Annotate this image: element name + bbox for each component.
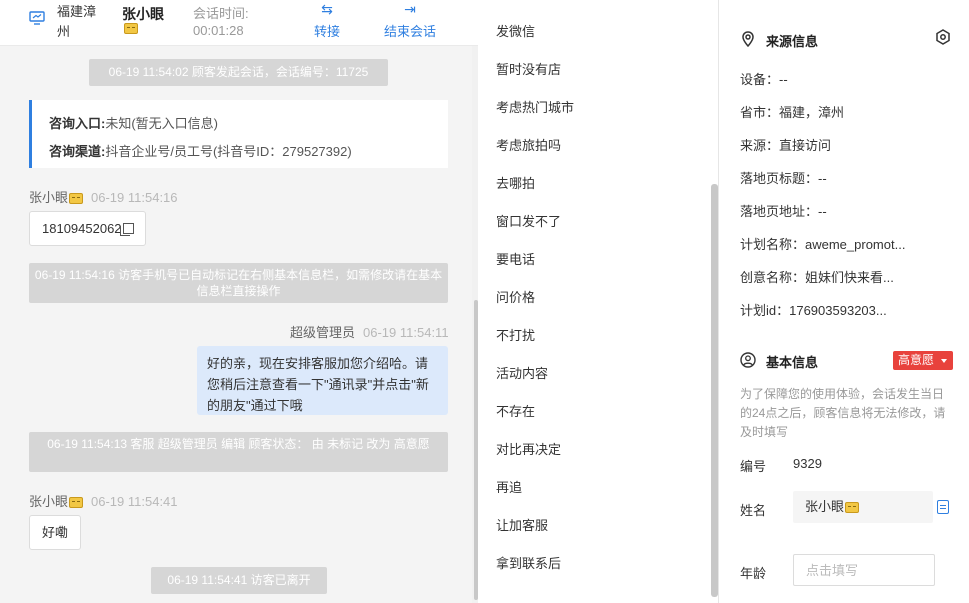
exit-icon: ⇥ bbox=[404, 1, 416, 17]
quick-reply-panel: 发微信 暂时没有店 考虑热门城市 考虑旅拍吗 去哪拍 窗口发不了 要电话 问价格… bbox=[479, 0, 719, 603]
message-time: 06-19 11:54:41 bbox=[91, 494, 178, 509]
intent-level-dropdown[interactable]: 高意愿 bbox=[893, 351, 953, 370]
message-time: 06-19 11:54:11 bbox=[363, 325, 449, 340]
system-message: 06-19 11:54:13 客服 超级管理员 编辑 顾客状态： 由 未标记 改… bbox=[29, 432, 448, 472]
vip-badge-icon bbox=[69, 497, 84, 509]
end-session-button[interactable]: ⇥ 结束会话 bbox=[380, 0, 440, 40]
session-time-label: 会话时间: bbox=[193, 6, 249, 21]
user-circle-icon bbox=[740, 352, 756, 368]
consult-channel-label: 咨询渠道: bbox=[49, 144, 106, 159]
settings-icon[interactable] bbox=[935, 29, 951, 45]
quick-reply-item[interactable]: 考虑热门城市 bbox=[496, 97, 574, 116]
consult-info-card: 咨询入口:未知(暂无入口信息) 咨询渠道:抖音企业号/员工号(抖音号ID：279… bbox=[29, 100, 448, 168]
message-time: 06-19 11:54:16 bbox=[91, 190, 178, 205]
system-message: 06-19 11:54:16 访客手机号已自动标记在右侧基本信息栏，如需修改请在… bbox=[29, 263, 448, 303]
customer-id-label: 编号 bbox=[740, 459, 767, 474]
copy-icon[interactable] bbox=[119, 223, 134, 236]
quick-reply-item[interactable]: 要电话 bbox=[496, 249, 535, 268]
consult-entry-value: 未知(暂无入口信息) bbox=[105, 116, 219, 131]
consult-entry-label: 咨询入口: bbox=[49, 116, 106, 131]
chat-scrollbar-thumb[interactable] bbox=[474, 300, 478, 600]
transfer-label: 转接 bbox=[313, 24, 340, 39]
vip-badge-icon bbox=[124, 23, 138, 34]
edit-icon[interactable] bbox=[937, 500, 949, 514]
session-time-value: 00:01:28 bbox=[193, 23, 244, 38]
age-input[interactable] bbox=[793, 554, 935, 586]
name-value: 张小眼 bbox=[805, 499, 845, 514]
source-province-city: 省市：福建，漳州 bbox=[740, 105, 845, 120]
source-info-title: 来源信息 bbox=[766, 34, 819, 49]
quick-reply-item[interactable]: 对比再决定 bbox=[496, 439, 561, 458]
quick-reply-item[interactable]: 让加客服 bbox=[496, 515, 548, 534]
edit-notice: 为了保障您的使用体验，会话发生当日的24点之后，顾客信息将无法修改，请及时填写 bbox=[740, 387, 946, 439]
quick-reply-item[interactable]: 活动内容 bbox=[496, 363, 548, 382]
plan-name: 计划名称：aweme_promot... bbox=[740, 237, 906, 252]
landing-page-url: 落地页地址：-- bbox=[740, 204, 827, 219]
name-field[interactable]: 张小眼 bbox=[793, 491, 933, 523]
quick-reply-item[interactable]: 拿到联系后 bbox=[496, 553, 561, 572]
quick-reply-item[interactable]: 发微信 bbox=[496, 21, 535, 40]
transfer-button[interactable]: ⇆ 转接 bbox=[308, 0, 346, 40]
quick-reply-item[interactable]: 去哪拍 bbox=[496, 173, 535, 192]
end-session-label: 结束会话 bbox=[383, 24, 436, 39]
plan-id: 计划id：176903593203... bbox=[740, 303, 887, 318]
vip-badge-icon bbox=[845, 502, 860, 514]
sender-name: 张小眼 bbox=[29, 494, 69, 509]
customer-id-value: 9329 bbox=[793, 456, 822, 471]
basic-info-title: 基本信息 bbox=[766, 355, 819, 370]
quick-reply-item[interactable]: 不存在 bbox=[496, 401, 535, 420]
message-text: 18109452062 bbox=[42, 221, 122, 236]
visitor-message-meta: 张小眼 06-19 11:54:41 bbox=[29, 491, 178, 510]
visitor-message-bubble: 18109452062 bbox=[29, 211, 146, 246]
visitor-message-bubble: 好嘞 bbox=[29, 515, 81, 550]
quick-reply-item[interactable]: 考虑旅拍吗 bbox=[496, 135, 561, 154]
quick-reply-scrollbar-thumb[interactable] bbox=[711, 184, 718, 597]
vip-badge-icon bbox=[69, 193, 84, 205]
chat-panel: 福建漳州 张小眼 会话时间: 00:01:28 ⇆ 转接 ⇥ 结束会话 06-1… bbox=[0, 0, 478, 603]
visitor-message-meta: 张小眼 06-19 11:54:16 bbox=[29, 187, 178, 206]
agent-message-meta: 超级管理员 06-19 11:54:11 bbox=[290, 322, 449, 341]
consult-channel-row: 咨询渠道:抖音企业号/员工号(抖音号ID：279527392) bbox=[49, 138, 448, 166]
source-device: 设备：-- bbox=[740, 72, 788, 87]
quick-reply-item[interactable]: 窗口发不了 bbox=[496, 211, 561, 230]
quick-reply-item[interactable]: 问价格 bbox=[496, 287, 535, 306]
transfer-icon: ⇆ bbox=[321, 1, 333, 17]
quick-reply-item[interactable]: 暂时没有店 bbox=[496, 59, 561, 78]
monitor-icon bbox=[29, 11, 45, 25]
sender-name: 超级管理员 bbox=[290, 325, 356, 340]
agent-message-bubble: 好的亲，现在安排客服加您介绍哈。请您稍后注意查看一下"通讯录"并点击"新的朋友"… bbox=[197, 346, 448, 415]
system-message: 06-19 11:54:02 顾客发起会话，会话编号：11725 bbox=[89, 59, 388, 86]
consult-entry-row: 咨询入口:未知(暂无入口信息) bbox=[49, 110, 448, 138]
visitor-name: 张小眼 bbox=[122, 6, 164, 22]
visitor-info-panel: 来源信息 设备：-- 省市：福建，漳州 来源：直接访问 落地页标题：-- 落地页… bbox=[720, 0, 969, 603]
consult-channel-value: 抖音企业号/员工号(抖音号ID：279527392) bbox=[105, 144, 352, 159]
visitor-location: 福建漳州 bbox=[57, 4, 97, 39]
source-channel: 来源：直接访问 bbox=[740, 138, 832, 153]
sender-name: 张小眼 bbox=[29, 190, 69, 205]
quick-reply-item[interactable]: 再追 bbox=[496, 477, 522, 496]
age-label: 年龄 bbox=[740, 566, 767, 581]
name-label: 姓名 bbox=[740, 503, 767, 518]
system-message: 06-19 11:54:41 访客已离开 bbox=[151, 567, 327, 594]
location-pin-icon bbox=[742, 31, 754, 47]
quick-reply-item[interactable]: 不打扰 bbox=[496, 325, 535, 344]
landing-page-title: 落地页标题：-- bbox=[740, 171, 827, 186]
creative-name: 创意名称：姐妹们快来看... bbox=[740, 270, 894, 285]
chat-header: 福建漳州 张小眼 会话时间: 00:01:28 ⇆ 转接 ⇥ 结束会话 bbox=[0, 0, 478, 46]
